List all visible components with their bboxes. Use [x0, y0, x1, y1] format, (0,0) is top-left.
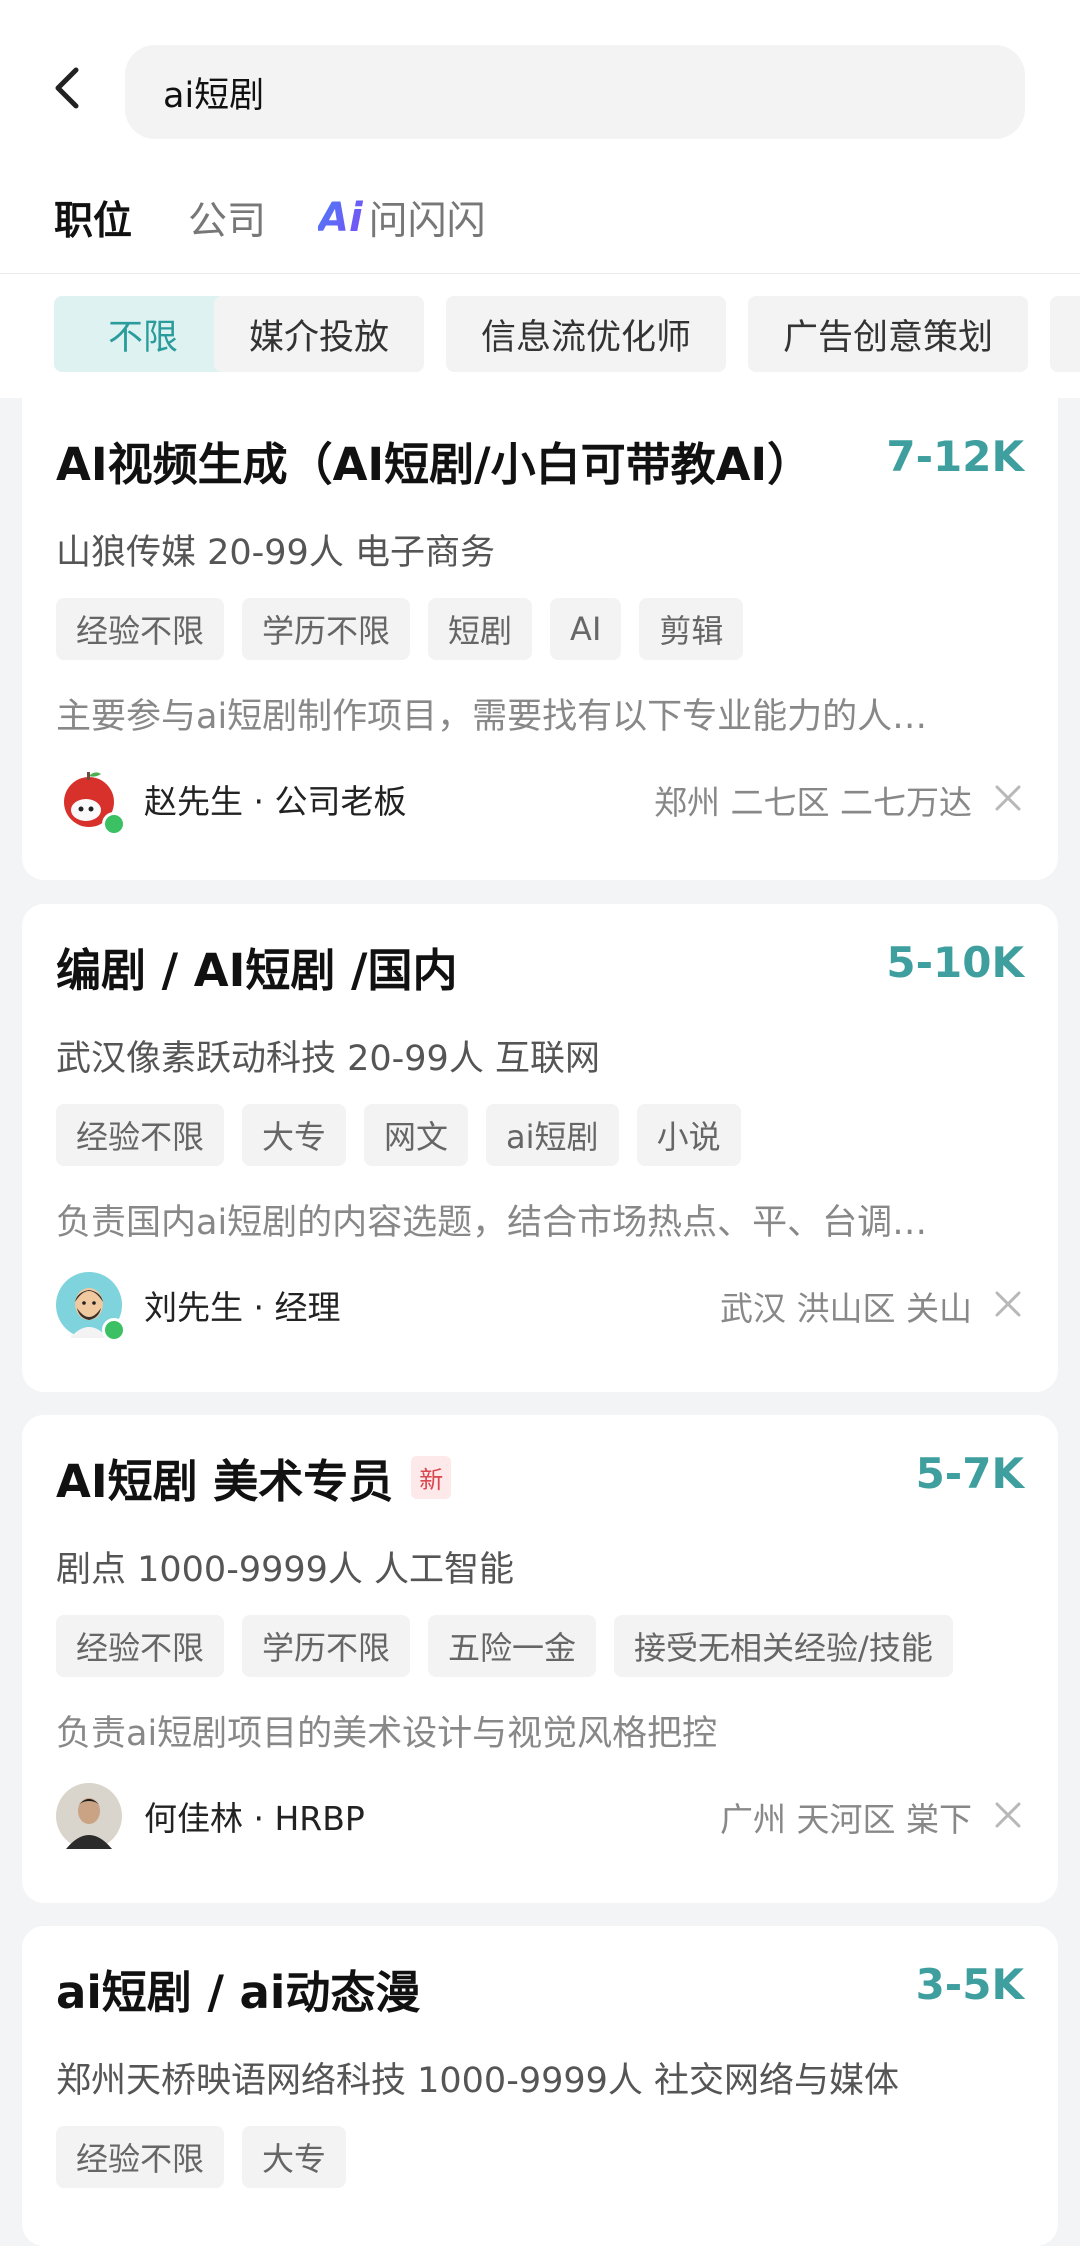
ai-logo-icon: Ai — [318, 195, 363, 241]
job-description: 负责国内ai短剧的内容选题，结合市场热点、平、台调… — [56, 1203, 928, 1243]
salary: 7-12K — [886, 432, 1024, 481]
tag: 学历不限 — [242, 1615, 411, 1677]
job-title-text: AI视频生成（AI短剧/小白可带教AI） — [56, 438, 813, 491]
job-title-text: ai短剧 / ai动态漫 — [56, 1966, 421, 2019]
company-info: 武汉像素跃动科技 20-99人 互联网 — [56, 1039, 600, 1079]
tag: ai短剧 — [486, 1104, 619, 1166]
company-info: 郑州天桥映语网络科技 1000-9999人 社交网络与媒体 — [56, 2061, 900, 2101]
new-badge: 新 — [411, 1456, 452, 1499]
tag: 经验不限 — [56, 1104, 225, 1166]
salary: 5-7K — [915, 1449, 1024, 1498]
filter-chip-label: 信息流优化师 — [480, 317, 691, 358]
tab-companies-label: 公司 — [188, 199, 267, 244]
tab-ask-ai[interactable]: Ai 问闪闪 — [318, 190, 486, 246]
salary: 3-5K — [915, 1960, 1024, 2009]
tab-jobs[interactable]: 职位 — [54, 190, 132, 246]
close-icon — [995, 1802, 1021, 1828]
job-title: 编剧 / AI短剧 /国内 — [56, 934, 457, 999]
recruiter: 赵先生 · 公司老板 — [56, 764, 407, 836]
filter-chip-label: 不限 — [107, 317, 178, 358]
tag-list: 经验不限 大专 网文 ai短剧 小说 — [56, 1104, 741, 1166]
filter-chip[interactable]: 广告创意策划 — [748, 296, 1028, 372]
search-query: ai短剧 — [163, 75, 265, 116]
recruiter-name: 刘先生 · 经理 — [144, 1288, 341, 1327]
job-location: 武汉 洪山区 关山 — [720, 1289, 972, 1328]
tag: 经验不限 — [56, 1615, 225, 1677]
tag: 经验不限 — [56, 2126, 225, 2188]
recruiter: 何佳林 · HRBP — [56, 1781, 365, 1851]
tab-companies[interactable]: 公司 — [188, 190, 266, 246]
filter-chip[interactable]: 媒介投放 — [214, 296, 424, 372]
tag-list: 经验不限 大专 — [56, 2126, 347, 2188]
company-info: 剧点 1000-9999人 人工智能 — [56, 1550, 515, 1590]
salary: 5-10K — [886, 938, 1024, 987]
tag: 小说 — [636, 1104, 741, 1166]
job-description: 负责ai短剧项目的美术设计与视觉风格把控 — [56, 1714, 718, 1754]
tab-jobs-label: 职位 — [54, 199, 133, 244]
job-location: 广州 天河区 棠下 — [720, 1800, 972, 1839]
tag-list: 经验不限 学历不限 五险一金 接受无相关经验/技能 — [56, 1615, 953, 1677]
job-title: AI短剧 美术专员 新 — [56, 1445, 452, 1510]
avatar — [56, 1272, 126, 1342]
company-info: 山狼传媒 20-99人 电子商务 — [56, 533, 495, 573]
filter-chips: 不限 媒介投放 信息流优化师 广告创意策划 — [0, 274, 1080, 398]
avatar — [56, 1783, 122, 1849]
online-status-dot — [102, 1318, 126, 1342]
tag: AI — [550, 598, 622, 660]
close-icon — [995, 1291, 1021, 1317]
tag-list: 经验不限 学历不限 短剧 AI 剪辑 — [56, 598, 744, 660]
online-status-dot — [102, 812, 126, 836]
tag: 剪辑 — [639, 598, 744, 660]
close-icon — [995, 785, 1021, 811]
tag: 大专 — [242, 2126, 347, 2188]
dismiss-button[interactable] — [988, 1284, 1028, 1324]
filter-chip[interactable]: 不限 — [54, 296, 232, 372]
recruiter-name: 何佳林 · HRBP — [144, 1799, 365, 1838]
filter-chip[interactable] — [1050, 296, 1080, 372]
job-title: AI视频生成（AI短剧/小白可带教AI） — [56, 428, 812, 493]
search-input[interactable]: ai短剧 — [125, 45, 1025, 139]
person-photo-avatar-icon — [56, 1783, 122, 1849]
search-header: ai短剧 — [0, 0, 1080, 160]
back-button[interactable] — [40, 60, 96, 116]
tag: 大专 — [242, 1104, 347, 1166]
filter-chip[interactable]: 信息流优化师 — [446, 296, 726, 372]
filter-chip-label: 广告创意策划 — [782, 317, 993, 358]
tag: 学历不限 — [242, 598, 411, 660]
recruiter: 刘先生 · 经理 — [56, 1270, 341, 1342]
filter-chip-label: 媒介投放 — [248, 317, 389, 358]
tag: 网文 — [364, 1104, 469, 1166]
job-location: 郑州 二七区 二七万达 — [654, 783, 972, 822]
tag: 接受无相关经验/技能 — [614, 1615, 953, 1677]
chevron-left-icon — [55, 67, 79, 109]
tab-bar: 职位 公司 Ai 问闪闪 — [0, 160, 1080, 274]
tag: 短剧 — [428, 598, 533, 660]
job-card[interactable]: ai短剧 / ai动态漫 3-5K 郑州天桥映语网络科技 1000-9999人 … — [22, 1926, 1058, 2246]
tag: 经验不限 — [56, 598, 225, 660]
job-card[interactable]: AI短剧 美术专员 新 5-7K 剧点 1000-9999人 人工智能 经验不限… — [22, 1415, 1058, 1903]
job-description: 主要参与ai短剧制作项目，需要找有以下专业能力的人… — [56, 697, 928, 737]
tab-ask-ai-label: 问闪闪 — [368, 199, 486, 244]
job-card[interactable]: 编剧 / AI短剧 /国内 5-10K 武汉像素跃动科技 20-99人 互联网 … — [22, 904, 1058, 1392]
tag: 五险一金 — [428, 1615, 597, 1677]
job-title: ai短剧 / ai动态漫 — [56, 1956, 420, 2021]
job-title-text: AI短剧 美术专员 — [56, 1455, 394, 1508]
recruiter-name: 赵先生 · 公司老板 — [144, 782, 407, 821]
job-title-text: 编剧 / AI短剧 /国内 — [56, 944, 458, 997]
avatar — [56, 766, 126, 836]
job-card[interactable]: AI视频生成（AI短剧/小白可带教AI） 7-12K 山狼传媒 20-99人 电… — [22, 398, 1058, 880]
dismiss-button[interactable] — [988, 778, 1028, 818]
dismiss-button[interactable] — [988, 1795, 1028, 1835]
